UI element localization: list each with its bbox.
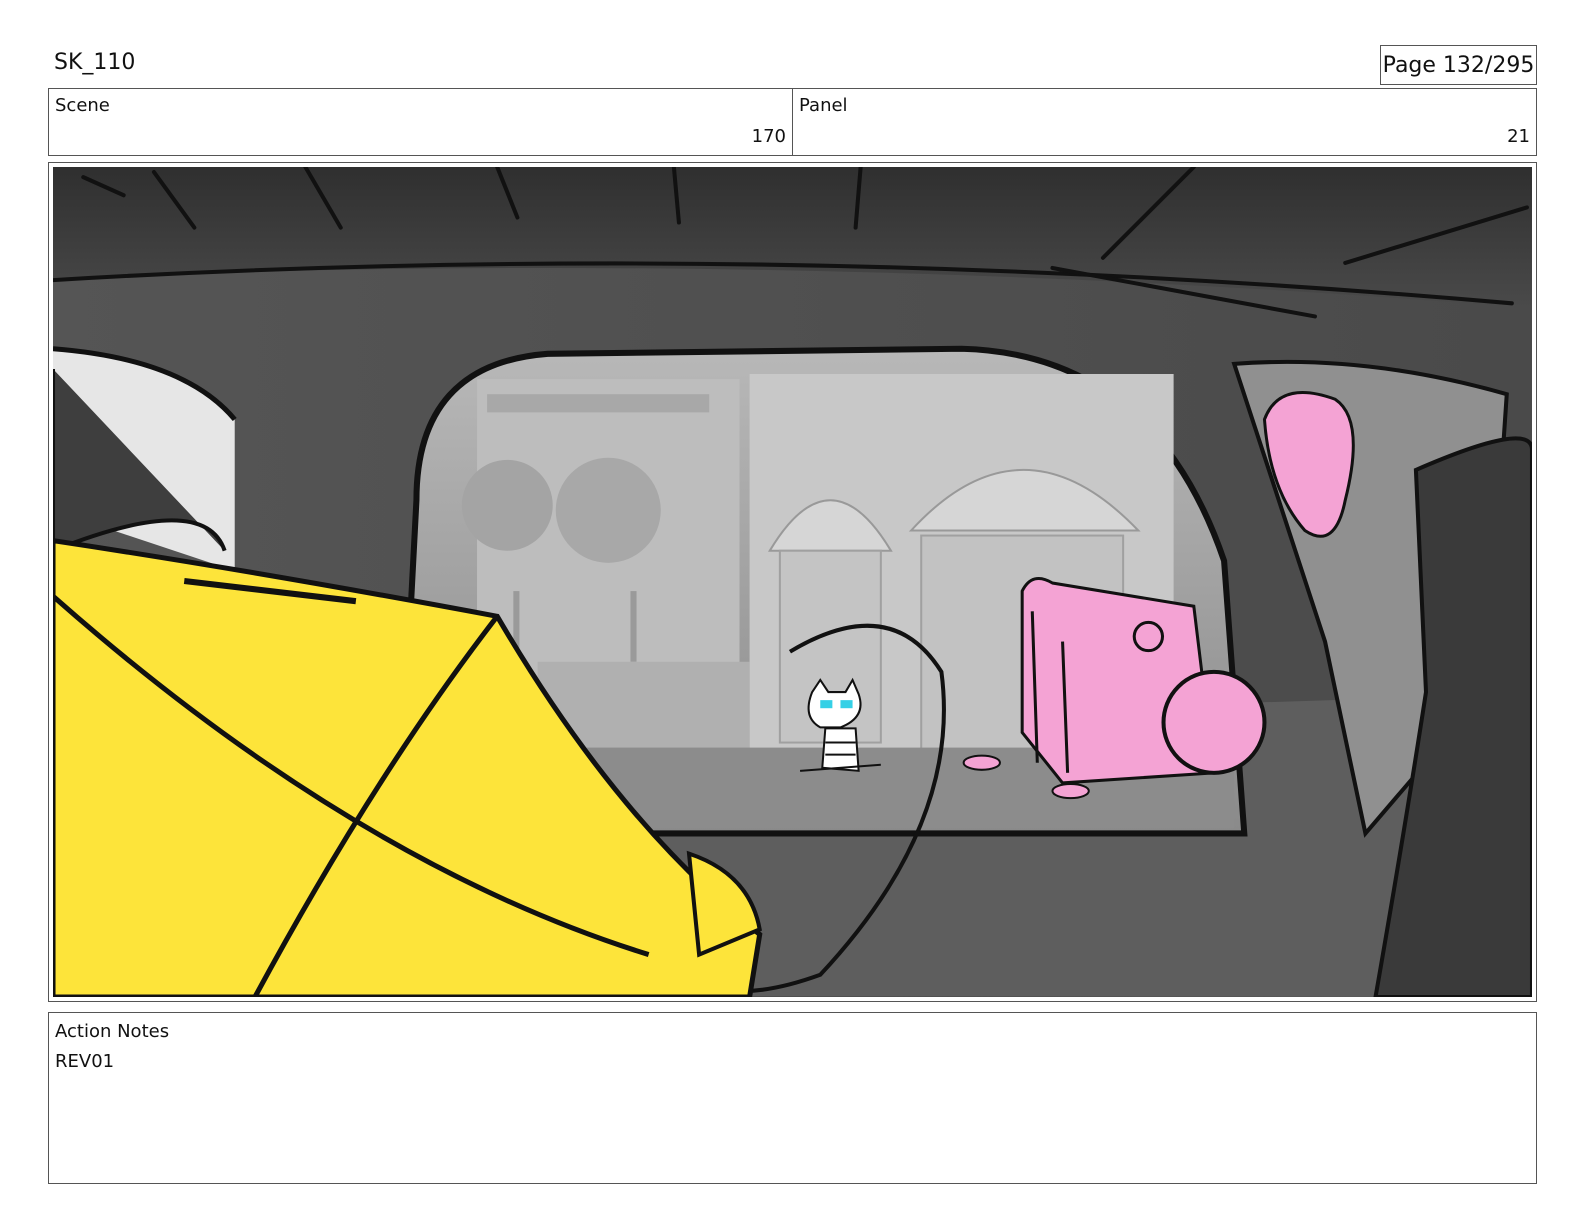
storyboard-image (53, 167, 1532, 997)
page-indicator: Page 132/295 (1380, 45, 1537, 85)
cat-eye-left (820, 700, 833, 709)
panel-cell: Panel 21 (792, 89, 1536, 155)
panel-label: Panel (799, 95, 848, 116)
storyboard-frame (48, 162, 1537, 1002)
panel-number: 21 (1507, 126, 1530, 147)
scene-label: Scene (55, 95, 110, 116)
cat-eye-right (840, 700, 853, 709)
action-notes-text: REV01 (55, 1051, 115, 1072)
action-notes-label: Action Notes (55, 1021, 170, 1042)
scene-number: 170 (751, 126, 786, 147)
scene-panel-row: Scene 170 Panel 21 (48, 88, 1537, 156)
sequence-title: SK_110 (54, 50, 136, 75)
action-notes-box: Action Notes REV01 (48, 1012, 1537, 1184)
scene-cell: Scene 170 (49, 89, 792, 155)
